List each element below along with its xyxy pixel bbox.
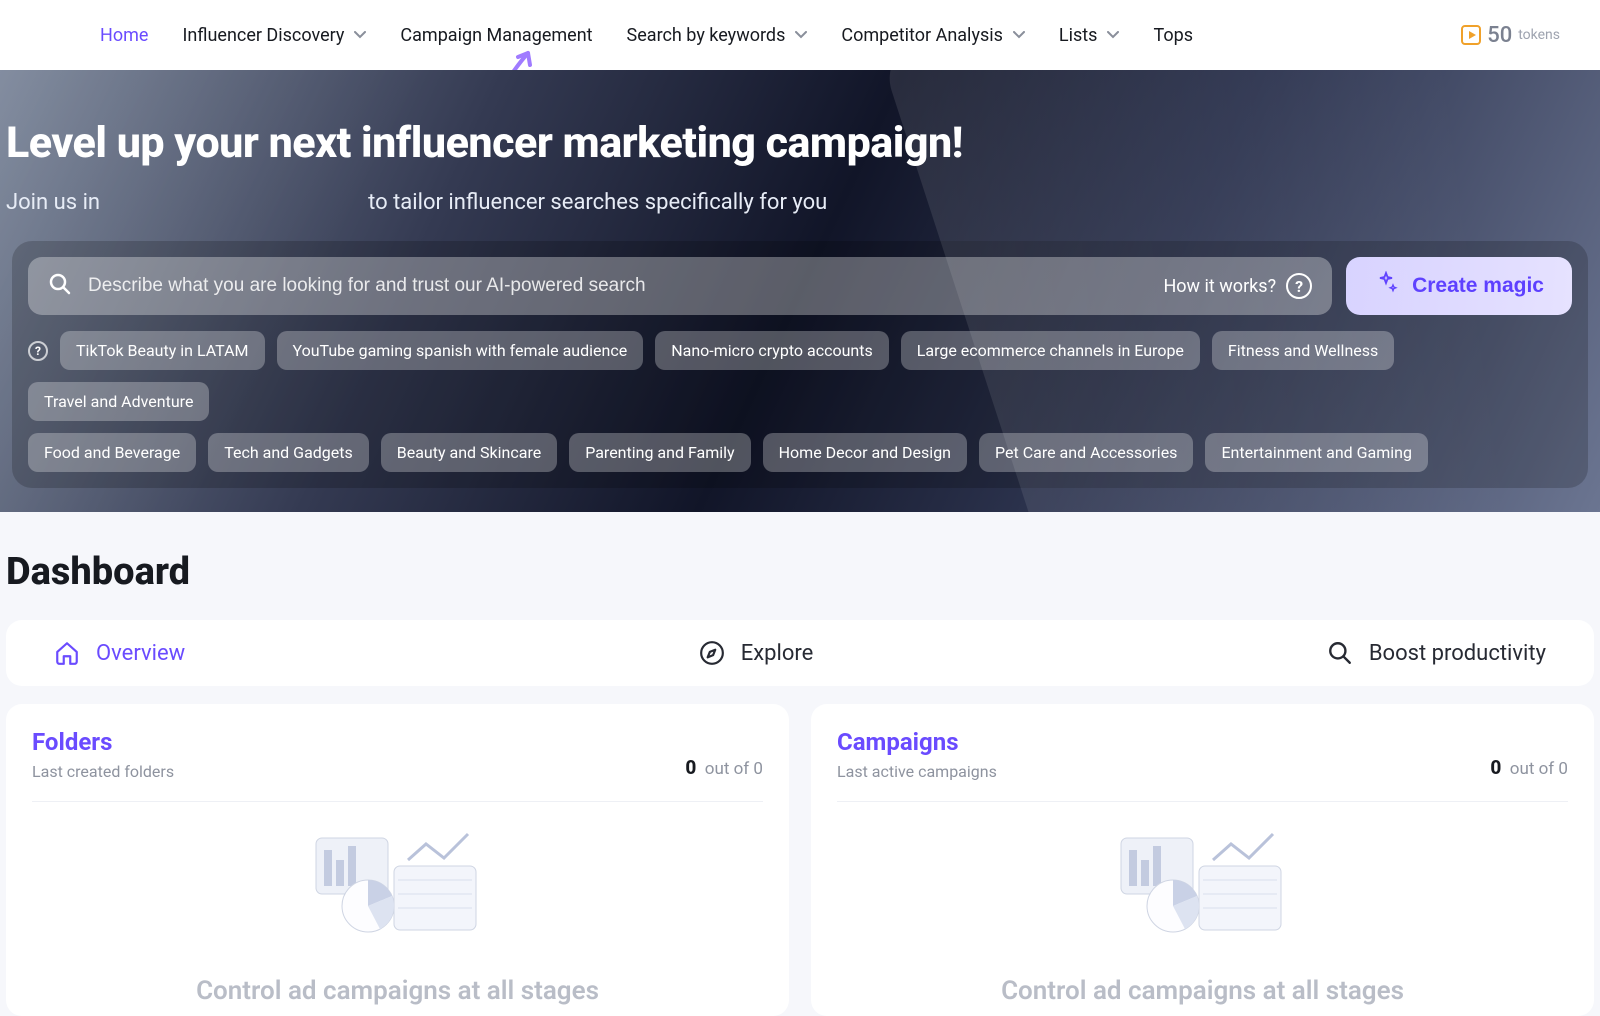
- tab-label: Overview: [96, 641, 185, 666]
- suggestion-tag[interactable]: Large ecommerce channels in Europe: [901, 331, 1200, 370]
- suggestion-tag[interactable]: Tech and Gadgets: [208, 433, 369, 472]
- card-subtitle: Last active campaigns: [837, 762, 997, 781]
- how-it-works-link[interactable]: How it works? ?: [1163, 273, 1312, 299]
- chevron-down-icon: [354, 29, 366, 41]
- suggestion-tag[interactable]: Home Decor and Design: [763, 433, 967, 472]
- suggestion-tag[interactable]: Parenting and Family: [569, 433, 750, 472]
- tab-label: Explore: [741, 641, 814, 666]
- nav-competitor-analysis[interactable]: Competitor Analysis: [841, 25, 1025, 46]
- suggestion-tag[interactable]: Fitness and Wellness: [1212, 331, 1394, 370]
- count-value: 0: [1490, 756, 1501, 779]
- empty-illustration: [32, 820, 763, 950]
- question-icon: ?: [1286, 273, 1312, 299]
- tab-label: Boost productivity: [1369, 641, 1546, 666]
- chevron-down-icon: [795, 29, 807, 41]
- nav-label: Home: [100, 25, 148, 46]
- coin-icon: [1461, 25, 1481, 45]
- count-value: 0: [685, 756, 696, 779]
- token-balance[interactable]: 50 tokens: [1461, 23, 1560, 48]
- card-campaigns: Campaigns Last active campaigns 0 out of…: [811, 704, 1594, 1016]
- suggestion-tag[interactable]: Beauty and Skincare: [381, 433, 557, 472]
- suggestion-tag[interactable]: Travel and Adventure: [28, 382, 209, 421]
- suggestion-tag[interactable]: YouTube gaming spanish with female audie…: [277, 331, 644, 370]
- compass-icon: [699, 640, 725, 666]
- card-subtitle: Last created folders: [32, 762, 174, 781]
- hero-sub-b: to tailor influencer searches specifical…: [368, 190, 827, 215]
- count-rest: out of 0: [705, 759, 763, 779]
- hero-sub-a: Join us in: [6, 190, 100, 215]
- nav-label: Search by keywords: [627, 25, 786, 46]
- nav-label: Influencer Discovery: [182, 25, 344, 46]
- search-panel: How it works? ? Create magic: [12, 241, 1588, 488]
- card-count: 0 out of 0: [685, 728, 763, 779]
- card-title[interactable]: Campaigns: [837, 728, 997, 756]
- nav-search-keywords[interactable]: Search by keywords: [627, 25, 808, 46]
- card-title[interactable]: Folders: [32, 728, 174, 756]
- card-folders: Folders Last created folders 0 out of 0: [6, 704, 789, 1016]
- hero-title: Level up your next influencer marketing …: [6, 118, 1594, 168]
- home-icon: [54, 640, 80, 666]
- nav-label: Competitor Analysis: [841, 25, 1003, 46]
- sparkle-icon: [1374, 271, 1398, 301]
- nav-label: Campaign Management: [400, 25, 592, 46]
- token-count: 50: [1487, 23, 1512, 48]
- chevron-down-icon: [1013, 29, 1025, 41]
- tab-explore[interactable]: Explore: [699, 640, 814, 666]
- nav-influencer-discovery[interactable]: Influencer Discovery: [182, 25, 366, 46]
- search-box[interactable]: How it works? ?: [28, 257, 1332, 315]
- search-icon: [48, 272, 72, 300]
- nav-campaign-management[interactable]: Campaign Management: [400, 25, 592, 46]
- card-cta: Control ad campaigns at all stages: [837, 976, 1568, 1006]
- suggestion-tag[interactable]: TikTok Beauty in LATAM: [60, 331, 265, 370]
- nav-label: Lists: [1059, 25, 1098, 46]
- suggestion-tag[interactable]: Pet Care and Accessories: [979, 433, 1193, 472]
- card-cta: Control ad campaigns at all stages: [32, 976, 763, 1006]
- chevron-down-icon: [1107, 29, 1119, 41]
- dashboard-section: Dashboard Overview Explore Boost product…: [0, 512, 1600, 1016]
- dashboard-tabs: Overview Explore Boost productivity: [6, 620, 1594, 686]
- nav-lists[interactable]: Lists: [1059, 25, 1120, 46]
- suggestion-tag[interactable]: Entertainment and Gaming: [1205, 433, 1428, 472]
- hero-subtitle: Join us in to tailor influencer searches…: [6, 190, 1594, 215]
- token-unit: tokens: [1518, 27, 1560, 43]
- magic-label: Create magic: [1412, 274, 1544, 298]
- nav-tops[interactable]: Tops: [1153, 25, 1193, 46]
- empty-illustration: [837, 820, 1568, 950]
- card-count: 0 out of 0: [1490, 728, 1568, 779]
- nav-home[interactable]: Home: [100, 25, 148, 46]
- hero-section: Level up your next influencer marketing …: [0, 70, 1600, 512]
- search-icon: [1327, 640, 1353, 666]
- how-label: How it works?: [1163, 276, 1276, 297]
- suggestion-tag[interactable]: Nano-micro crypto accounts: [655, 331, 889, 370]
- tags-help-icon[interactable]: ?: [28, 341, 48, 361]
- tab-overview[interactable]: Overview: [54, 640, 185, 666]
- top-nav: Home Influencer Discovery Campaign Manag…: [0, 0, 1600, 70]
- suggestion-tag[interactable]: Food and Beverage: [28, 433, 196, 472]
- tab-boost-productivity[interactable]: Boost productivity: [1327, 640, 1546, 666]
- dashboard-title: Dashboard: [6, 550, 1594, 594]
- count-rest: out of 0: [1510, 759, 1568, 779]
- create-magic-button[interactable]: Create magic: [1346, 257, 1572, 315]
- nav-label: Tops: [1153, 25, 1193, 46]
- search-input[interactable]: [88, 275, 1147, 297]
